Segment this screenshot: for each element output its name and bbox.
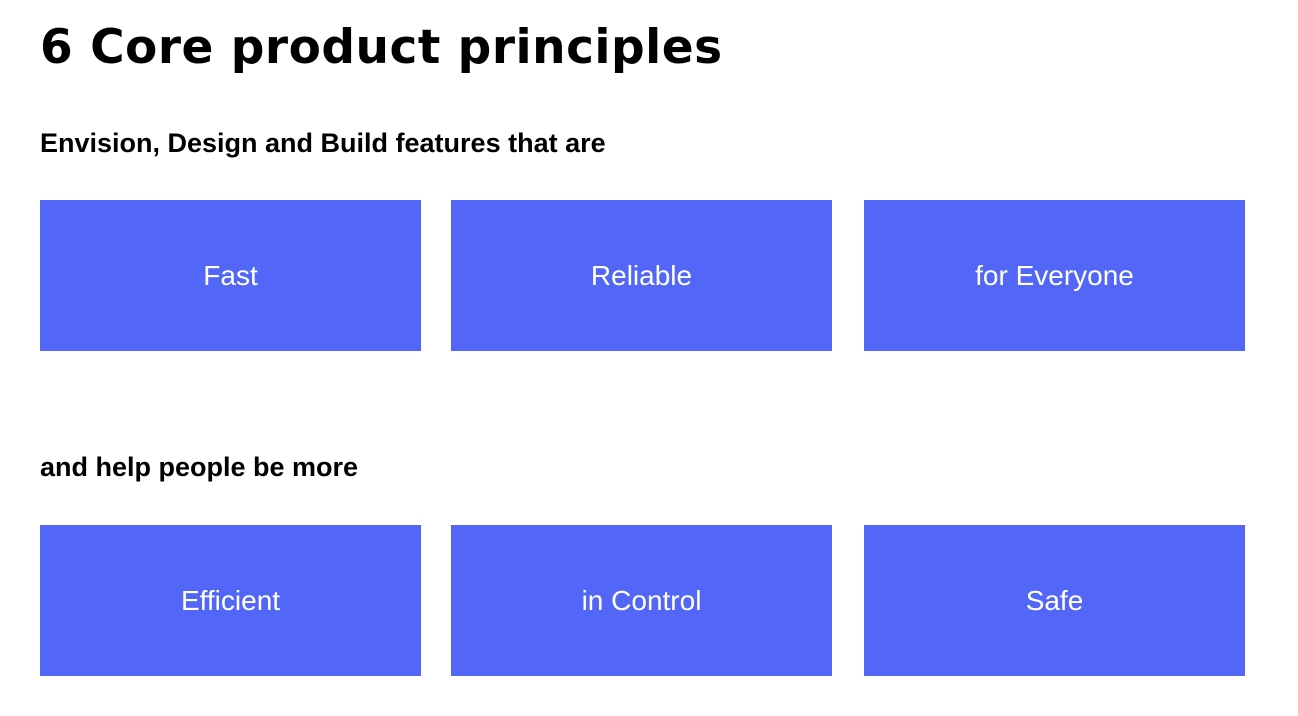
feature-principles-row: Fast Reliable for Everyone <box>40 200 1245 351</box>
principle-card-reliable: Reliable <box>451 200 832 351</box>
people-principles-row: Efficient in Control Safe <box>40 525 1245 676</box>
principle-card-for-everyone: for Everyone <box>864 200 1245 351</box>
principle-card-efficient: Efficient <box>40 525 421 676</box>
principle-label: for Everyone <box>975 259 1134 291</box>
page-title: 6 Core product principles <box>40 20 723 75</box>
principle-card-fast: Fast <box>40 200 421 351</box>
principle-label: Reliable <box>590 259 693 291</box>
principle-label: in Control <box>581 584 702 616</box>
people-heading: and help people be more <box>40 452 359 482</box>
principle-label: Safe <box>1025 584 1084 616</box>
principle-card-in-control: in Control <box>451 525 832 676</box>
principle-label: Fast <box>203 259 258 291</box>
features-heading: Envision, Design and Build features that… <box>40 128 606 158</box>
principle-card-safe: Safe <box>864 525 1245 676</box>
principle-label: Efficient <box>180 584 281 616</box>
